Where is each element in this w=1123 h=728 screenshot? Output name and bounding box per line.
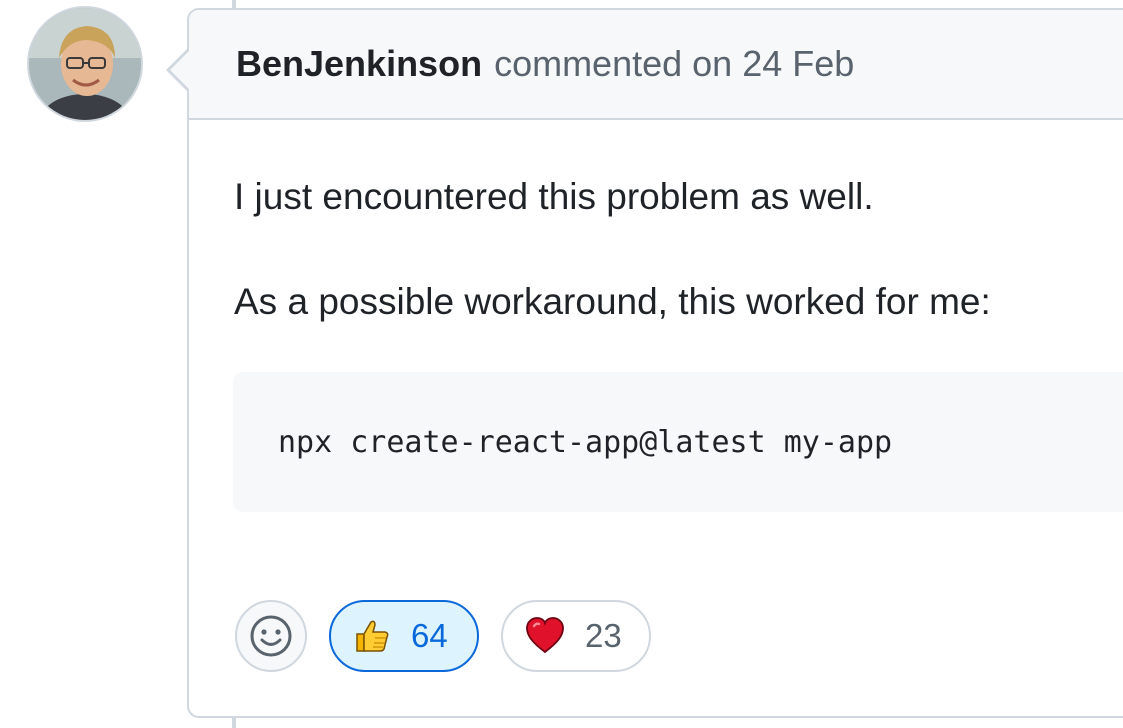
comment-box: BenJenkinson commented on 24 Feb I just … xyxy=(187,8,1123,718)
code-text: npx create-react-app@latest my-app xyxy=(278,424,893,460)
reaction-count: 23 xyxy=(585,617,622,654)
reaction-count: 64 xyxy=(411,617,448,654)
reaction-heart-button[interactable]: 23 xyxy=(501,600,651,672)
reaction-thumbs-up-button[interactable]: 64 xyxy=(329,600,479,672)
avatar[interactable] xyxy=(27,6,143,122)
thumbs-up-icon xyxy=(353,617,391,655)
comment-paragraph: I just encountered this problem as well. xyxy=(234,176,874,217)
comment-timestamp[interactable]: commented on 24 Feb xyxy=(494,43,854,85)
heart-icon xyxy=(525,617,565,655)
reactions-bar: 64 23 xyxy=(235,600,673,672)
comment-header: BenJenkinson commented on 24 Feb xyxy=(189,10,1123,120)
author-link[interactable]: BenJenkinson xyxy=(236,43,482,85)
add-reaction-button[interactable] xyxy=(235,600,307,672)
comment-caret-fill xyxy=(170,51,189,89)
smiley-icon xyxy=(250,615,292,657)
avatar-image xyxy=(29,8,141,120)
code-block: npx create-react-app@latest my-app xyxy=(233,372,1123,512)
comment-paragraph: As a possible workaround, this worked fo… xyxy=(234,281,991,322)
